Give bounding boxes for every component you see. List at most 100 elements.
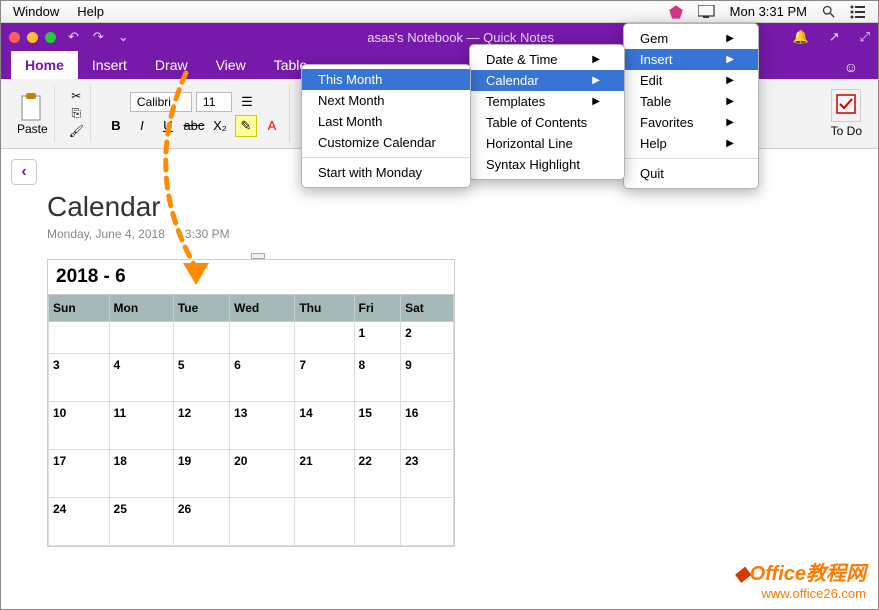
container-handle[interactable] xyxy=(251,253,265,259)
menu-item-start-with-monday[interactable]: Start with Monday xyxy=(302,162,470,183)
menu-item-gem[interactable]: Gem▶ xyxy=(624,28,758,49)
strike-button[interactable]: abc xyxy=(183,115,205,137)
menu-item-quit[interactable]: Quit xyxy=(624,163,758,184)
subscript-button[interactable]: X₂ xyxy=(209,115,231,137)
cut-icon[interactable]: ✂ xyxy=(71,89,81,103)
menu-item-syntax-highlight[interactable]: Syntax Highlight xyxy=(470,154,624,175)
menu-item-edit[interactable]: Edit▶ xyxy=(624,70,758,91)
todo-button[interactable] xyxy=(831,89,861,122)
feedback-smile-icon[interactable]: ☺ xyxy=(836,55,866,79)
search-icon[interactable] xyxy=(821,4,836,19)
calendar-cell[interactable]: 19 xyxy=(173,450,229,498)
calendar-cell[interactable] xyxy=(230,322,295,354)
close-window-button[interactable] xyxy=(9,32,20,43)
tab-draw[interactable]: Draw xyxy=(141,51,202,79)
bold-button[interactable]: B xyxy=(105,115,127,137)
undo-button[interactable]: ↶ xyxy=(68,29,79,45)
gem-icon[interactable] xyxy=(668,4,684,20)
format-painter-icon[interactable]: 🖌 xyxy=(69,124,84,138)
submenu-arrow-icon: ▶ xyxy=(572,75,600,86)
bullets-button[interactable]: ☰ xyxy=(236,91,258,113)
calendar-cell[interactable]: 14 xyxy=(295,402,354,450)
submenu-arrow-icon: ▶ xyxy=(572,96,600,107)
copy-icon[interactable]: ⎘ xyxy=(72,106,82,121)
calendar-cell[interactable]: 10 xyxy=(49,402,110,450)
menu-item-calendar[interactable]: Calendar▶ xyxy=(470,70,624,91)
calendar-cell[interactable]: 9 xyxy=(401,354,454,402)
todo-label: To Do xyxy=(831,124,862,138)
menu-item-customize-calendar[interactable]: Customize Calendar xyxy=(302,132,470,153)
calendar-cell[interactable]: 21 xyxy=(295,450,354,498)
page-title[interactable]: Calendar xyxy=(47,191,878,223)
italic-button[interactable]: I xyxy=(131,115,153,137)
menu-item-table[interactable]: Table▶ xyxy=(624,91,758,112)
list-icon[interactable] xyxy=(850,5,866,19)
menu-item-templates[interactable]: Templates▶ xyxy=(470,91,624,112)
calendar-cell[interactable]: 5 xyxy=(173,354,229,402)
calendar-cell[interactable] xyxy=(354,498,401,546)
calendar-cell[interactable]: 11 xyxy=(109,402,173,450)
back-button[interactable]: ‹ xyxy=(11,159,37,185)
calendar-cell[interactable]: 24 xyxy=(49,498,110,546)
submenu-arrow-icon: ▶ xyxy=(572,54,600,65)
minimize-window-button[interactable] xyxy=(27,32,38,43)
fullscreen-icon[interactable]: ⤢ xyxy=(860,29,870,45)
calendar-cell[interactable]: 6 xyxy=(230,354,295,402)
calendar-cell[interactable]: 23 xyxy=(401,450,454,498)
font-size-select[interactable]: 11 xyxy=(196,92,232,112)
menu-item-table-of-contents[interactable]: Table of Contents xyxy=(470,112,624,133)
menu-item-next-month[interactable]: Next Month xyxy=(302,90,470,111)
calendar-cell[interactable]: 8 xyxy=(354,354,401,402)
calendar-cell[interactable]: 18 xyxy=(109,450,173,498)
menu-item-horizontal-line[interactable]: Horizontal Line xyxy=(470,133,624,154)
calendar-cell[interactable]: 4 xyxy=(109,354,173,402)
calendar-cell[interactable]: 1 xyxy=(354,322,401,354)
menu-help[interactable]: Help xyxy=(77,4,104,19)
calendar-container[interactable]: 2018 - 6 SunMonTueWedThuFriSat 123456789… xyxy=(47,259,455,547)
menu-item-date-time[interactable]: Date & Time▶ xyxy=(470,49,624,70)
tab-home[interactable]: Home xyxy=(11,51,78,79)
tab-view[interactable]: View xyxy=(202,51,260,79)
calendar-cell[interactable]: 16 xyxy=(401,402,454,450)
calendar-cell[interactable]: 13 xyxy=(230,402,295,450)
menu-window[interactable]: Window xyxy=(13,4,59,19)
menu-item-this-month[interactable]: This Month xyxy=(302,69,470,90)
zoom-window-button[interactable] xyxy=(45,32,56,43)
qat-dropdown[interactable]: ⌄ xyxy=(118,29,129,45)
calendar-cell[interactable]: 20 xyxy=(230,450,295,498)
calendar-cell[interactable] xyxy=(295,498,354,546)
calendar-cell[interactable]: 17 xyxy=(49,450,110,498)
submenu-arrow-icon: ▶ xyxy=(706,138,734,149)
calendar-cell[interactable] xyxy=(109,322,173,354)
tab-insert[interactable]: Insert xyxy=(78,51,141,79)
display-icon[interactable] xyxy=(698,5,716,19)
highlight-button[interactable]: ✎ xyxy=(235,115,257,137)
underline-button[interactable]: U xyxy=(157,115,179,137)
font-family-select[interactable]: Calibri xyxy=(130,92,192,112)
calendar-cell[interactable] xyxy=(401,498,454,546)
calendar-cell[interactable]: 26 xyxy=(173,498,229,546)
redo-button[interactable]: ↷ xyxy=(93,29,104,45)
day-header: Wed xyxy=(230,295,295,322)
menu-item-help[interactable]: Help▶ xyxy=(624,133,758,154)
calendar-cell[interactable]: 25 xyxy=(109,498,173,546)
font-color-button[interactable]: A xyxy=(261,115,283,137)
calendar-cell[interactable]: 22 xyxy=(354,450,401,498)
calendar-cell[interactable] xyxy=(230,498,295,546)
watermark: ◆Office教程网 www.office26.com xyxy=(734,557,866,601)
calendar-cell[interactable]: 15 xyxy=(354,402,401,450)
menu-item-favorites[interactable]: Favorites▶ xyxy=(624,112,758,133)
calendar-cell[interactable] xyxy=(49,322,110,354)
calendar-cell[interactable] xyxy=(295,322,354,354)
calendar-cell[interactable]: 12 xyxy=(173,402,229,450)
share-icon[interactable]: ↗ xyxy=(829,29,840,45)
calendar-cell[interactable]: 3 xyxy=(49,354,110,402)
day-header: Mon xyxy=(109,295,173,322)
calendar-cell[interactable]: 2 xyxy=(401,322,454,354)
calendar-cell[interactable] xyxy=(173,322,229,354)
menu-item-last-month[interactable]: Last Month xyxy=(302,111,470,132)
paste-button[interactable]: Paste xyxy=(17,92,48,136)
menu-item-insert[interactable]: Insert▶ xyxy=(624,49,758,70)
calendar-cell[interactable]: 7 xyxy=(295,354,354,402)
notifications-icon[interactable]: 🔔 xyxy=(793,29,809,45)
